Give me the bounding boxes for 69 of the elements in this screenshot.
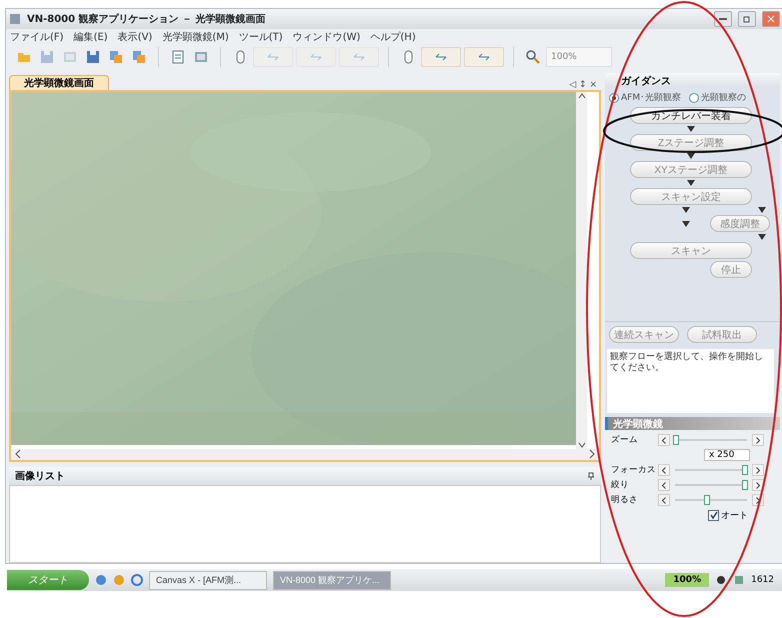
quick-launch-icon[interactable] xyxy=(95,574,107,586)
close-button[interactable] xyxy=(762,11,780,27)
mode-radio[interactable]: AFM･光顕観察 xyxy=(609,91,682,104)
minimize-icon xyxy=(719,18,727,20)
scroll-down-icon[interactable] xyxy=(578,441,586,449)
decrease-button[interactable] xyxy=(658,464,670,476)
slider-thumb[interactable] xyxy=(673,435,680,445)
menu-item[interactable]: 表示(V) xyxy=(118,30,152,44)
zoom-value: x 250 xyxy=(704,449,750,461)
minimize-button[interactable] xyxy=(714,11,732,27)
decrease-button[interactable] xyxy=(658,479,670,491)
chevron-left-icon xyxy=(662,482,666,488)
document-tab[interactable]: 光学顕微鏡画面 xyxy=(9,75,109,90)
quick-launch-icon[interactable] xyxy=(113,574,125,586)
clock: 1612 xyxy=(751,575,775,585)
picture-icon xyxy=(63,50,77,64)
toolbar-button[interactable] xyxy=(421,47,461,67)
pin-icon[interactable] xyxy=(587,472,595,480)
chevron-left-icon xyxy=(662,466,666,474)
menu-item[interactable]: ファイル(F) xyxy=(10,30,64,44)
toolbar-button[interactable] xyxy=(464,47,504,67)
menu-item[interactable]: ツール(T) xyxy=(238,30,283,44)
restore-icon xyxy=(743,15,751,23)
slider-label: フォーカス xyxy=(611,464,655,476)
panel-title: 画像リスト xyxy=(15,470,65,483)
picture-icon xyxy=(194,50,208,64)
menu-item[interactable]: ウィンドウ(W) xyxy=(292,30,360,44)
taskbar-button[interactable]: Canvas X - [AFM測... xyxy=(149,570,267,590)
increase-button[interactable] xyxy=(752,464,764,476)
chevron-right-icon xyxy=(756,466,760,474)
document-icon xyxy=(171,50,185,64)
decrease-button[interactable] xyxy=(658,434,670,446)
status-indicator: 100% xyxy=(665,573,710,587)
menu-item[interactable]: ヘルプ(H) xyxy=(370,30,416,44)
slider-label: 絞り xyxy=(611,479,630,491)
app-icon xyxy=(9,13,21,25)
scroll-left-icon[interactable] xyxy=(14,449,22,459)
browser-icon[interactable] xyxy=(131,574,143,586)
menu-item[interactable]: 編集(E) xyxy=(74,30,108,44)
tray-icon[interactable] xyxy=(715,574,728,586)
restore-button[interactable] xyxy=(738,11,756,27)
slider-thumb[interactable] xyxy=(742,480,748,490)
chevron-right-icon xyxy=(756,496,760,504)
menu-item[interactable]: 光学顕微鏡(M) xyxy=(162,30,229,44)
slider-label: ズーム xyxy=(611,434,639,446)
chevron-left-icon xyxy=(662,496,666,504)
window-title: VN-8000 観察アプリケーション － 光学顕微鏡画面 xyxy=(27,12,267,26)
chevron-right-icon xyxy=(756,436,760,444)
check-icon xyxy=(710,511,718,519)
mode-radio[interactable]: 光顕観察の xyxy=(689,91,746,104)
decrease-button[interactable] xyxy=(658,494,670,506)
chevron-right-icon xyxy=(756,482,760,488)
slider-label: 明るさ xyxy=(611,494,639,506)
auto-checkbox[interactable]: オート xyxy=(708,509,748,522)
chevron-left-icon xyxy=(662,436,666,444)
copy-icon xyxy=(132,50,146,64)
scroll-right-icon[interactable] xyxy=(588,449,596,459)
slider-thumb[interactable] xyxy=(704,495,710,505)
folder-icon xyxy=(17,50,31,64)
copy-icon xyxy=(109,50,123,64)
scroll-up-icon[interactable] xyxy=(578,92,586,100)
slider-thumb[interactable] xyxy=(742,465,748,475)
section-title: 光学顕微鏡 xyxy=(605,417,780,430)
close-icon xyxy=(767,15,775,23)
pane-controls[interactable]: ◁ ↕ × xyxy=(569,80,601,90)
guidance-message: 観察フローを選択して、操作を開始してください。 xyxy=(607,349,774,413)
increase-button[interactable] xyxy=(752,434,764,446)
panel-title: ガイダンス xyxy=(621,74,671,88)
search-icon xyxy=(526,50,540,64)
